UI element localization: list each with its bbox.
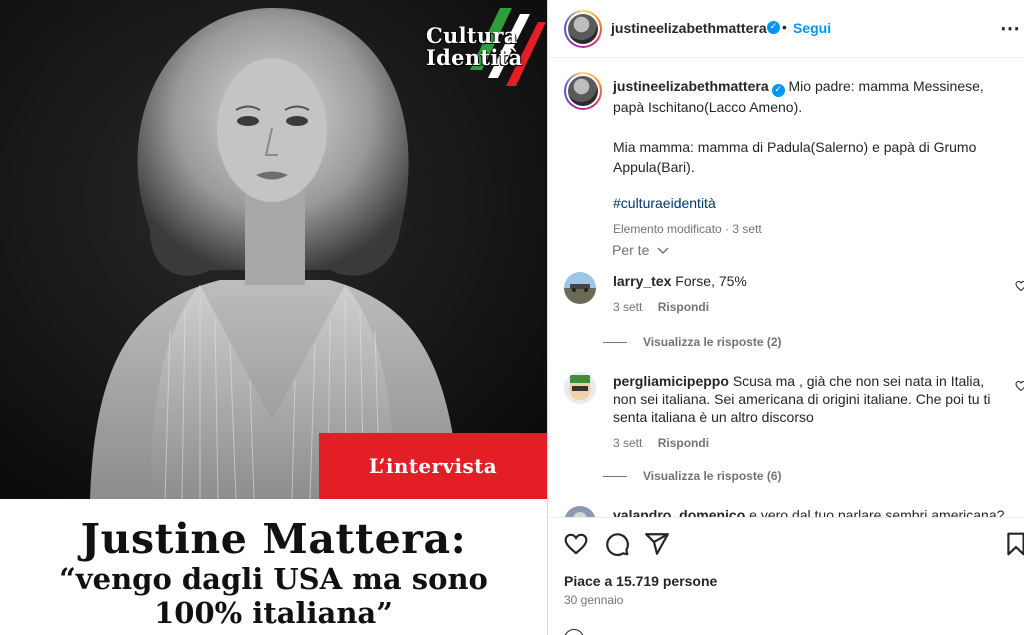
post-image[interactable]: Cultura Identità L’intervista Justine Ma… [0,0,547,635]
comment-body: pergliamicipeppo Scusa ma , già che non … [613,372,1005,452]
view-replies-label: Visualizza le risposte (6) [643,469,782,483]
avatar-image [568,76,598,106]
comment-icon[interactable] [604,531,630,557]
emoji-icon[interactable] [564,629,584,635]
header-separator: • [782,19,787,35]
comment-avatar[interactable] [564,372,596,404]
comment-meta: 3 sett Rispondi [613,434,1005,452]
caption: justineelizabethmattera ✓ Mio padre: mamm… [613,76,1013,239]
portrait-photo: Cultura Identità L’intervista [0,0,547,499]
follow-button[interactable]: Segui [793,20,831,36]
verified-badge-icon: ✓ [771,84,785,97]
divider-line [603,476,627,478]
divider-line [603,342,627,344]
logo-line2: Identità [426,45,523,70]
view-replies-button[interactable]: Visualizza le risposte (2) [603,335,782,349]
more-horizontal-icon[interactable]: ⋯ [1000,16,1020,41]
intervista-label: L’intervista [368,454,498,478]
header-avatar[interactable] [564,10,602,48]
comment-time: 3 sett [613,300,643,314]
comment-text: Forse, 75% [675,273,747,289]
comment-text: e vero dal tuo parlare sembri americana? [749,507,1005,517]
verified-badge-icon: ✓ [767,21,780,34]
comments-scroll-area[interactable]: justineelizabethmattera ✓ Mio padre: mamm… [548,59,1024,517]
caption-username[interactable]: justineelizabethmattera [613,78,769,94]
actions-bar: Piace a 15.719 persone 30 gennaio [548,517,1024,635]
cultura-identita-logo: Cultura Identità [418,12,543,92]
likes-count[interactable]: Piace a 15.719 persone [564,573,717,589]
avatar-image [568,14,598,44]
for-you-dropdown[interactable]: Per te [612,242,669,258]
comment-username[interactable]: valandro_domenico [613,507,745,517]
post-header: justineelizabethmattera ✓ • Segui ⋯ [548,0,1024,58]
post-date: 30 gennaio [564,593,624,607]
comment-avatar[interactable] [564,506,596,517]
comment-avatar[interactable] [564,272,596,304]
headline-quote-line2: 100% italiana” [154,596,393,630]
send-icon[interactable] [644,531,670,557]
heart-icon[interactable] [1015,280,1024,292]
caption-meta: Elemento modificato · 3 sett [613,222,762,236]
comment-username[interactable]: pergliamicipeppo [613,373,729,389]
comment-time: 3 sett [613,436,643,450]
heart-icon[interactable] [563,531,589,557]
view-replies-label: Visualizza le risposte (2) [643,335,782,349]
chevron-down-icon [657,242,669,258]
header-username[interactable]: justineelizabethmattera [611,20,767,36]
reply-button[interactable]: Rispondi [658,300,709,314]
caption-para2: Mia mamma: mamma di Padula(Salerno) e pa… [613,139,977,175]
bookmark-icon[interactable] [1003,531,1024,557]
comment-username[interactable]: larry_tex [613,273,671,289]
intervista-badge: L’intervista [319,433,547,499]
headline-quote-line1: “vengo dagli USA ma sono [59,562,488,596]
heart-icon[interactable] [1015,380,1024,392]
comment-body: valandro_domenico e vero dal tuo parlare… [613,506,1005,517]
caption-avatar[interactable] [564,72,602,110]
headline-block: Justine Mattera: “vengo dagli USA ma son… [0,499,547,635]
caption-para1: justineelizabethmattera ✓ Mio padre: mamm… [613,76,1013,117]
reply-button[interactable]: Rispondi [658,436,709,450]
caption-hashtag-link[interactable]: #culturaeidentità [613,193,1013,213]
view-replies-button[interactable]: Visualizza le risposte (6) [603,469,782,483]
headline-name: Justine Mattera: [80,515,467,563]
for-you-label: Per te [612,242,650,258]
post-panel: justineelizabethmattera ✓ • Segui ⋯ just… [547,0,1024,635]
comment-meta: 3 sett Rispondi [613,298,1005,316]
comment-body: larry_tex Forse, 75% 3 sett Rispondi [613,272,1005,316]
